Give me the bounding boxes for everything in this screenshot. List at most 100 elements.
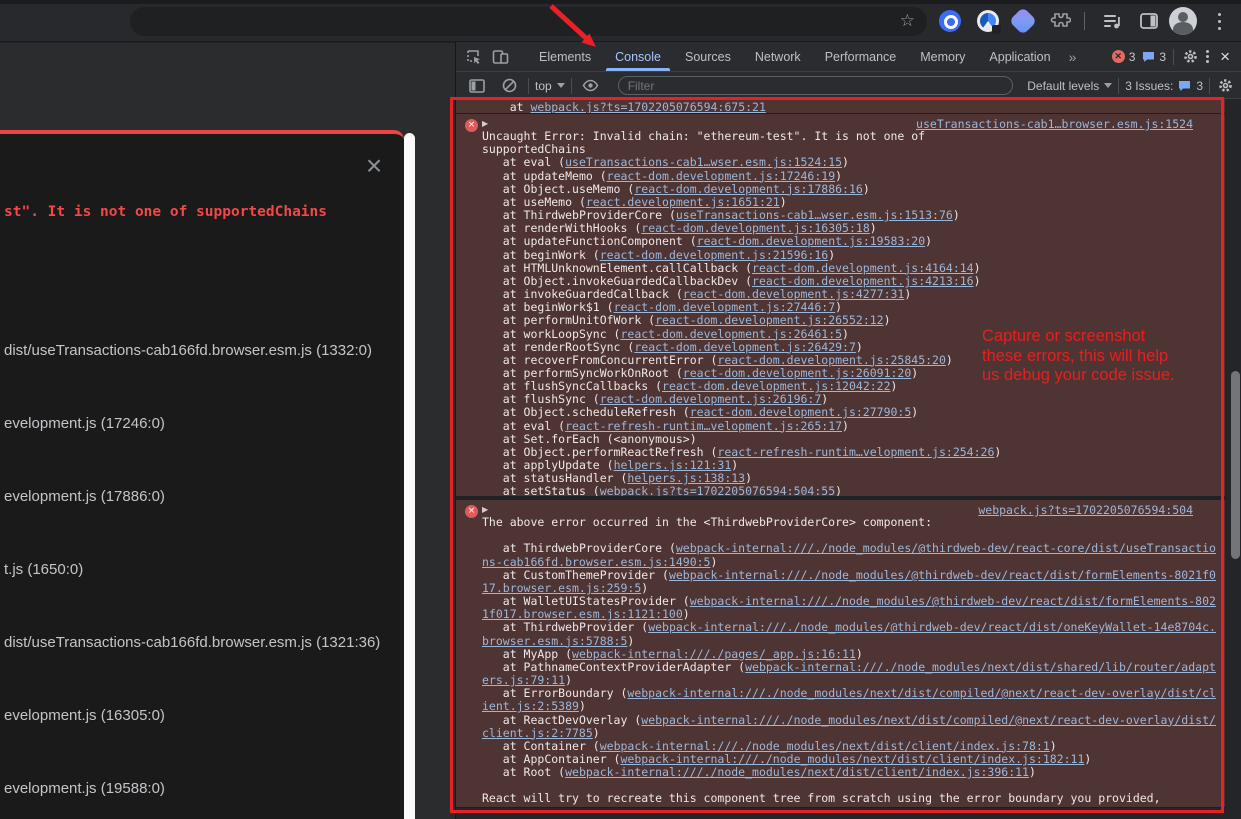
stack-file-link[interactable]: react-dom.development.js:17246:19 (607, 169, 835, 183)
tab-memory[interactable]: Memory (908, 42, 977, 71)
stack-file-link[interactable]: react-dom.development.js:26552:12 (655, 313, 883, 327)
stack-file-link[interactable]: react-dom.development.js:12042:22 (662, 379, 890, 393)
message-source-link[interactable]: useTransactions-cab1…browser.esm.js:1524 (916, 118, 1193, 131)
stack-file-link[interactable]: react-dom.development.js:26461:5 (620, 327, 842, 341)
stack-file-link[interactable]: react-dom.development.js:17886:16 (634, 182, 862, 196)
bookmark-star-icon[interactable]: ☆ (900, 10, 915, 32)
stack-file-link[interactable]: react-dom.development.js:16305:18 (641, 221, 869, 235)
stack-file-link[interactable]: webpack-internal:///./node_modules/@thir… (482, 541, 1216, 568)
error-badge-icon: × (465, 505, 478, 518)
stack-file-link[interactable]: react-dom.development.js:27790:5 (690, 405, 912, 419)
console-error-count[interactable]: ✕ 3 (1112, 50, 1136, 64)
stack-file-link[interactable]: webpack-internal:///./node_modules/@thir… (482, 568, 1216, 595)
stack-file-link[interactable]: react-dom.development.js:26091:20 (683, 366, 911, 380)
devtools-menu-kebab-icon[interactable] (1206, 50, 1209, 53)
stack-file-link[interactable]: react-dom.development.js:26196:7 (600, 392, 822, 406)
tab-application[interactable]: Application (977, 42, 1062, 71)
stack-file-link[interactable]: react-refresh-runtim…velopment.js:265:17 (565, 419, 842, 433)
stack-file-link[interactable]: react-refresh-runtim…velopment.js:254:26 (717, 445, 994, 459)
devtools-settings-gear-icon[interactable] (1181, 45, 1199, 69)
browser-window: ☆ × st". It is not one of supportedChain… (0, 0, 1241, 819)
message-text: Uncaught Error: Invalid chain: "ethereum… (482, 130, 1221, 500)
stack-file-link[interactable]: webpack-internal:///./node_modules/next/… (482, 713, 1216, 740)
stack-file-link[interactable]: webpack-internal:///./node_modules/next/… (600, 739, 1050, 753)
toolbar-separator (528, 78, 529, 94)
message-text: at webpack.js?ts=1702205076594:675:21 (482, 101, 1221, 114)
stack-file-link[interactable]: webpack-internal:///./node_modules/@thir… (482, 620, 1216, 647)
console-issue-count[interactable]: 3 (1142, 50, 1166, 64)
devtools-panel: ElementsConsoleSourcesNetworkPerformance… (455, 42, 1241, 819)
chevron-down-icon (1104, 83, 1112, 88)
address-bar[interactable]: ☆ (130, 7, 927, 36)
stack-file-item[interactable]: evelopment.js (17886:0) (4, 460, 400, 533)
extension-gem-icon[interactable] (1009, 7, 1037, 35)
extensions-puzzle-icon[interactable] (1049, 10, 1071, 32)
issues-counter[interactable]: 3 Issues: 3 (1125, 79, 1203, 93)
overlay-error-text: st". It is not one of supportedChains (4, 204, 327, 220)
inspect-element-icon[interactable] (461, 45, 487, 69)
extension-donut-icon[interactable] (939, 10, 961, 32)
tab-sources[interactable]: Sources (673, 42, 743, 71)
stack-file-link[interactable]: react.development.js:1651:21 (586, 195, 780, 209)
error-badge-icon: × (465, 119, 478, 132)
stack-file-link[interactable]: webpack-internal:///./node_modules/@thir… (482, 594, 1216, 621)
tab-performance[interactable]: Performance (813, 42, 909, 71)
console-messages: at webpack.js?ts=1702205076594:675:21 × us… (456, 99, 1225, 808)
overlay-close-icon[interactable]: × (359, 152, 389, 182)
toolbar-divider (1084, 12, 1085, 30)
console-filter-input[interactable] (618, 76, 1014, 95)
side-panel-icon[interactable] (1138, 10, 1160, 32)
stack-file-link[interactable]: webpack-internal:///./node_modules/next/… (620, 752, 1084, 766)
stack-file-item[interactable]: evelopment.js (16305:0) (4, 679, 400, 752)
message-text: The above error occurred in the <Thirdwe… (482, 516, 1221, 808)
stack-file-link[interactable]: helpers.js:138:13 (627, 471, 745, 485)
more-tabs-chevron[interactable]: » (1063, 49, 1083, 65)
devtools-close-icon[interactable]: × (1216, 48, 1234, 65)
media-queue-icon[interactable] (1102, 10, 1124, 32)
stack-file-link[interactable]: helpers.js:121:31 (614, 458, 732, 472)
stack-file-link[interactable]: webpack-internal:///./pages/_app.js:16:1… (572, 647, 856, 661)
overlay-stack-file-list: dist/useTransactions-cab166fd.browser.es… (4, 314, 400, 819)
stack-file-link[interactable]: useTransactions-cab1…wser.esm.js:1524:15 (565, 155, 842, 169)
console-toolbar: top Default levels 3 Issues: 3 (456, 73, 1241, 99)
console-sidebar-icon[interactable] (464, 74, 490, 98)
log-levels-selector[interactable]: Default levels (1027, 79, 1112, 93)
tab-elements[interactable]: Elements (527, 42, 603, 71)
stack-file-link[interactable]: react-dom.development.js:25845:20 (717, 353, 945, 367)
stack-file-link[interactable]: react-dom.development.js:4213:16 (752, 274, 974, 288)
devtools-tabbar: ElementsConsoleSourcesNetworkPerformance… (456, 42, 1241, 72)
overlay-scrollbar[interactable] (404, 133, 415, 819)
context-selector[interactable]: top (535, 79, 565, 93)
stack-file-link[interactable]: react-dom.development.js:4164:14 (752, 261, 974, 275)
clear-console-icon[interactable] (496, 74, 522, 98)
stack-file-link[interactable]: react-dom.development.js:27446:7 (614, 300, 836, 314)
console-settings-gear-icon[interactable] (1216, 74, 1234, 98)
stack-file-link[interactable]: webpack.js?ts=1702205076594:504:55 (600, 484, 835, 498)
stack-file-link[interactable]: webpack-internal:///./node_modules/next/… (565, 765, 1029, 779)
stack-file-link[interactable]: webpack.js?ts=1702205076594:675:21 (530, 100, 765, 114)
stack-file-item[interactable]: dist/useTransactions-cab166fd.browser.es… (4, 606, 400, 679)
stack-file-link[interactable]: webpack-internal:///./node_modules/next/… (482, 686, 1216, 713)
device-toolbar-icon[interactable] (487, 45, 513, 69)
console-scrollbar-thumb[interactable] (1231, 371, 1240, 559)
profile-avatar[interactable] (1169, 7, 1197, 35)
stack-file-item[interactable]: t.js (1650:0) (4, 533, 400, 606)
stack-file-link[interactable]: webpack-internal:///./node_modules/next/… (482, 660, 1216, 687)
browser-menu-kebab-icon[interactable] (1218, 13, 1221, 16)
message-source-link[interactable]: webpack.js?ts=1702205076594:504 (978, 504, 1193, 517)
tab-network[interactable]: Network (743, 42, 813, 71)
stack-file-item[interactable]: dist/useTransactions-cab166fd.browser.es… (4, 314, 400, 387)
stack-file-link[interactable]: react-dom.development.js:4277:31 (683, 287, 905, 301)
live-expression-eye-icon[interactable] (578, 74, 604, 98)
stack-file-link[interactable]: react-dom.development.js:26429:7 (634, 340, 856, 354)
stack-file-item[interactable]: evelopment.js (17246:0) (4, 387, 400, 460)
tabbar-separator (1173, 49, 1174, 65)
stack-file-link[interactable]: useTransactions-cab1…wser.esm.js:1513:76 (676, 208, 953, 222)
extension-dial-icon[interactable] (977, 10, 999, 32)
tab-console[interactable]: Console (603, 42, 673, 71)
stack-file-link[interactable]: react-dom.development.js:21596:16 (600, 248, 828, 262)
stack-file-item[interactable]: evelopment.js (19588:0) (4, 752, 400, 819)
console-message-component-error: ×webpack.js?ts=1702205076594:504▶The abo… (456, 500, 1225, 808)
issues-bubble-icon (1142, 51, 1155, 63)
stack-file-link[interactable]: react-dom.development.js:19583:20 (697, 234, 925, 248)
